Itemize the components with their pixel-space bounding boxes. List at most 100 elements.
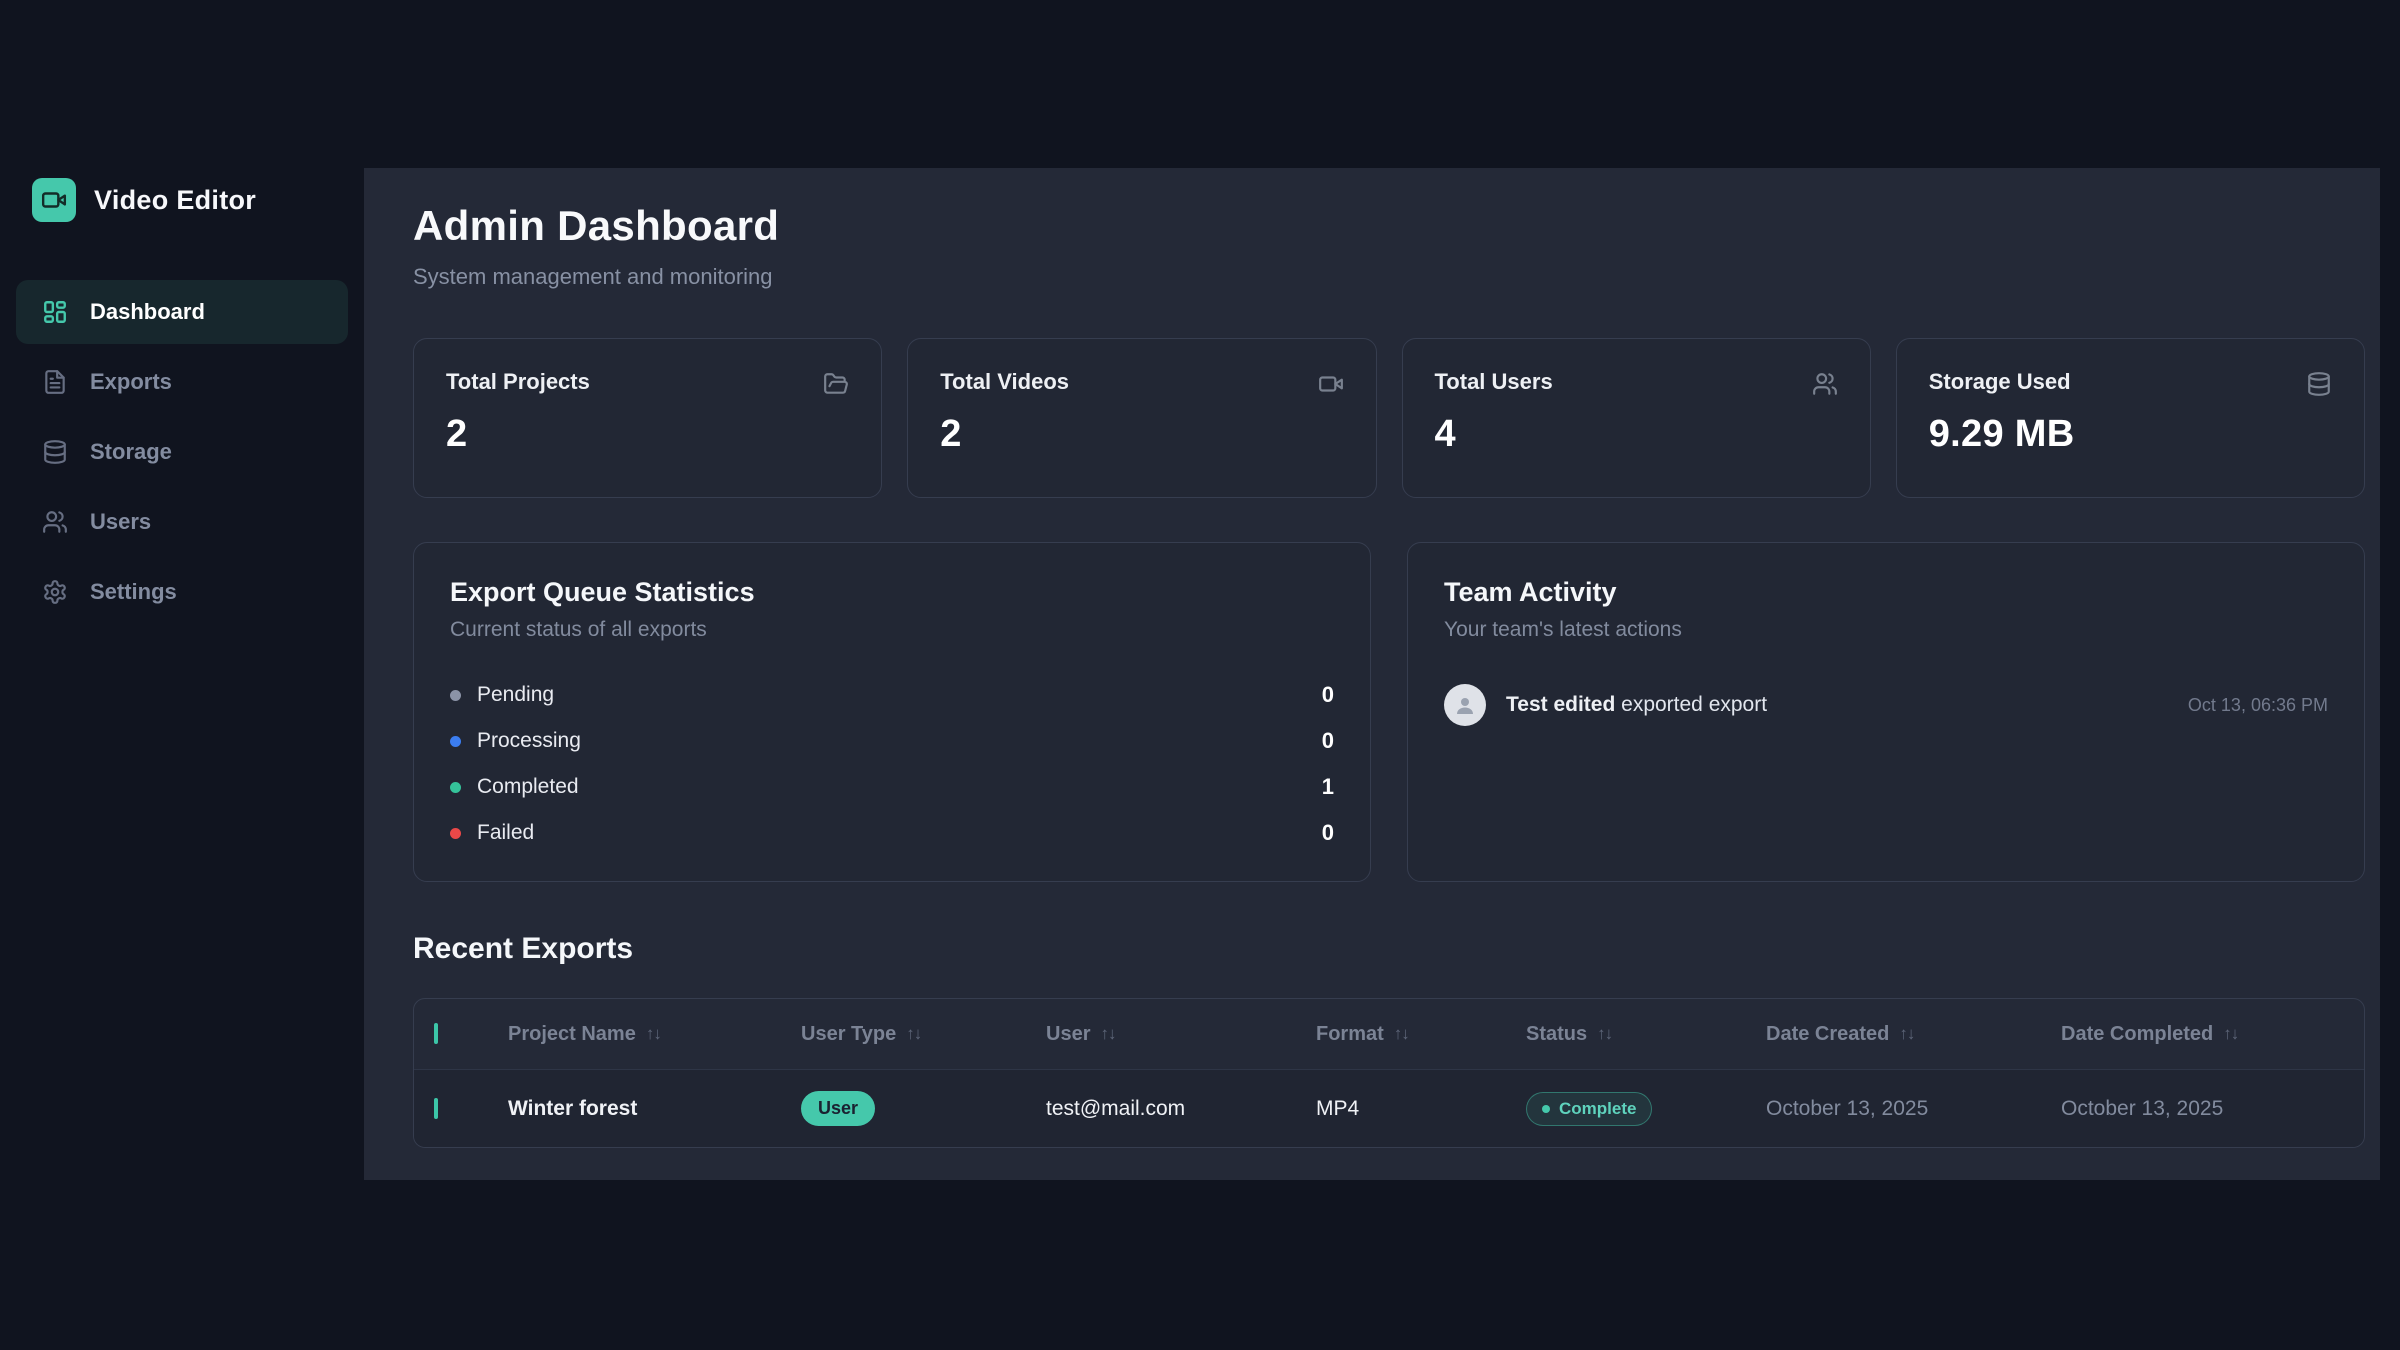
table-header-row: Project Name ↑↓ User Type ↑↓ User ↑↓ For… <box>414 999 2364 1069</box>
stat-card-total-users: Total Users 4 <box>1402 338 1871 498</box>
column-header-user-type[interactable]: User Type ↑↓ <box>801 1023 1046 1046</box>
main-column: Admin Dashboard System management and mo… <box>364 0 2400 1350</box>
queue-label: Processing <box>477 729 581 753</box>
stat-label: Total Users <box>1435 369 1553 395</box>
sidebar-item-users[interactable]: Users <box>16 490 348 554</box>
column-header-status[interactable]: Status ↑↓ <box>1526 1023 1766 1046</box>
sidebar-item-label: Settings <box>90 579 177 605</box>
stat-card-storage-used: Storage Used 9.29 MB <box>1896 338 2365 498</box>
column-label: User <box>1046 1023 1090 1046</box>
video-camera-logo-icon <box>32 178 76 222</box>
status-label: Complete <box>1559 1099 1636 1119</box>
column-label: Date Completed <box>2061 1023 2213 1046</box>
queue-value: 0 <box>1322 728 1334 754</box>
dashboard-grid-icon <box>42 299 68 325</box>
column-label: Status <box>1526 1023 1587 1046</box>
avatar <box>1444 684 1486 726</box>
sidebar-item-dashboard[interactable]: Dashboard <box>16 280 348 344</box>
users-icon <box>1812 371 1838 397</box>
sidebar-nav: Dashboard Exports Storage Users <box>16 280 348 624</box>
activity-actor: Test edited <box>1506 693 1615 716</box>
brand-name: Video Editor <box>94 185 256 216</box>
sidebar-item-label: Exports <box>90 369 172 395</box>
column-header-format[interactable]: Format ↑↓ <box>1316 1023 1526 1046</box>
pending-dot-icon <box>450 690 461 701</box>
file-text-icon <box>42 369 68 395</box>
sidebar-item-label: Dashboard <box>90 299 205 325</box>
column-label: Project Name <box>508 1023 636 1046</box>
database-icon <box>2306 371 2332 397</box>
column-label: Format <box>1316 1023 1384 1046</box>
main-content: Admin Dashboard System management and mo… <box>364 168 2380 1180</box>
stat-card-total-videos: Total Videos 2 <box>907 338 1376 498</box>
processing-dot-icon <box>450 736 461 747</box>
user-type-badge: User <box>801 1091 875 1126</box>
gear-icon <box>42 579 68 605</box>
failed-dot-icon <box>450 828 461 839</box>
stat-value: 2 <box>940 413 1343 456</box>
sidebar-item-label: Storage <box>90 439 172 465</box>
page-title: Admin Dashboard <box>413 202 2365 250</box>
stat-card-total-projects: Total Projects 2 <box>413 338 882 498</box>
recent-exports-table: Project Name ↑↓ User Type ↑↓ User ↑↓ For… <box>413 998 2365 1148</box>
folder-open-icon <box>823 371 849 397</box>
sort-arrows-icon: ↑↓ <box>646 1024 661 1044</box>
video-camera-icon <box>1318 371 1344 397</box>
column-header-date-created[interactable]: Date Created ↑↓ <box>1766 1023 2061 1046</box>
queue-row-pending: Pending 0 <box>450 672 1334 718</box>
stat-value: 4 <box>1435 413 1838 456</box>
queue-value: 0 <box>1322 682 1334 708</box>
column-header-date-completed[interactable]: Date Completed ↑↓ <box>2061 1023 2364 1046</box>
activity-timestamp: Oct 13, 06:36 PM <box>2188 695 2328 716</box>
middle-row: Export Queue Statistics Current status o… <box>413 542 2365 882</box>
sort-arrows-icon: ↑↓ <box>906 1024 921 1044</box>
sidebar-item-exports[interactable]: Exports <box>16 350 348 414</box>
card-title: Export Queue Statistics <box>450 577 1334 608</box>
recent-exports-title: Recent Exports <box>413 932 2365 966</box>
column-header-user[interactable]: User ↑↓ <box>1046 1023 1316 1046</box>
sort-arrows-icon: ↑↓ <box>1597 1024 1612 1044</box>
queue-row-failed: Failed 0 <box>450 810 1334 856</box>
cell-format: MP4 <box>1316 1097 1526 1121</box>
queue-row-processing: Processing 0 <box>450 718 1334 764</box>
page: Video Editor Dashboard Exports Storage <box>0 0 2400 1350</box>
database-icon <box>42 439 68 465</box>
queue-label: Completed <box>477 775 579 799</box>
queue-value: 0 <box>1322 820 1334 846</box>
activity-action: exported export <box>1621 693 1767 716</box>
stat-label: Storage Used <box>1929 369 2071 395</box>
queue-label: Failed <box>477 821 534 845</box>
queue-value: 1 <box>1322 774 1334 800</box>
users-icon <box>42 509 68 535</box>
row-checkbox[interactable] <box>434 1098 438 1119</box>
sort-arrows-icon: ↑↓ <box>2223 1024 2238 1044</box>
cell-user-email: test@mail.com <box>1046 1097 1316 1121</box>
table-row: Winter forest User test@mail.com MP4 Com… <box>414 1069 2364 1147</box>
stats-row: Total Projects 2 Total Videos 2 <box>413 338 2365 498</box>
sidebar-item-storage[interactable]: Storage <box>16 420 348 484</box>
select-all-checkbox[interactable] <box>434 1023 438 1044</box>
queue-rows: Pending 0 Processing 0 Completed 1 <box>450 672 1334 856</box>
cell-project-name: Winter forest <box>508 1097 801 1121</box>
stat-value: 9.29 MB <box>1929 413 2332 456</box>
column-header-project-name[interactable]: Project Name ↑↓ <box>508 1023 801 1046</box>
column-label: User Type <box>801 1023 896 1046</box>
card-subtitle: Your team's latest actions <box>1444 618 2328 642</box>
page-subtitle: System management and monitoring <box>413 264 2365 290</box>
completed-dot-icon <box>450 782 461 793</box>
sidebar-item-settings[interactable]: Settings <box>16 560 348 624</box>
column-label: Date Created <box>1766 1023 1889 1046</box>
sort-arrows-icon: ↑↓ <box>1899 1024 1914 1044</box>
queue-label: Pending <box>477 683 554 707</box>
brand[interactable]: Video Editor <box>16 178 348 222</box>
sidebar-item-label: Users <box>90 509 151 535</box>
stat-label: Total Projects <box>446 369 590 395</box>
cell-date-created: October 13, 2025 <box>1766 1097 2061 1121</box>
stat-label: Total Videos <box>940 369 1069 395</box>
card-title: Team Activity <box>1444 577 2328 608</box>
status-badge: Complete <box>1526 1092 1652 1126</box>
sort-arrows-icon: ↑↓ <box>1100 1024 1115 1044</box>
export-queue-card: Export Queue Statistics Current status o… <box>413 542 1371 882</box>
activity-text: Test edited exported export <box>1506 693 1767 717</box>
queue-row-completed: Completed 1 <box>450 764 1334 810</box>
